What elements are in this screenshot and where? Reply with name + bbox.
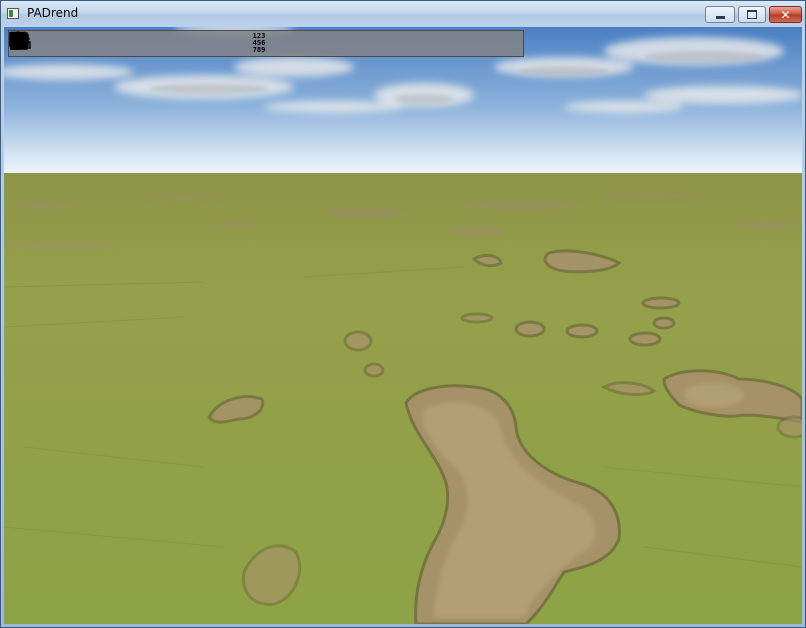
app-window: PADrend ✕ 123 456 789 m — [0, 0, 806, 628]
camera-button[interactable] — [10, 31, 295, 56]
toolbar-left-group — [9, 31, 241, 56]
3d-viewport[interactable]: 123 456 789 m — [4, 27, 802, 624]
title-bar[interactable]: PADrend ✕ — [1, 1, 805, 27]
window-title: PADrend — [27, 6, 79, 20]
app-icon — [7, 8, 19, 19]
terrain-scene — [4, 27, 802, 624]
toolbar-right-group: 123 456 789 m — [10, 31, 463, 56]
settings-button[interactable] — [9, 31, 154, 56]
sky-settings-button[interactable] — [9, 31, 212, 56]
scene-tree-button[interactable] — [10, 31, 67, 56]
notes-button[interactable] — [10, 31, 463, 56]
minimize-icon — [715, 15, 725, 19]
tools-button[interactable] — [11, 31, 183, 56]
plugin-button[interactable] — [11, 31, 96, 56]
scale-button[interactable] — [10, 31, 367, 56]
close-icon: ✕ — [780, 7, 791, 22]
numpad-icon: 123 456 789 — [252, 32, 266, 54]
notes-icon — [10, 32, 26, 50]
favorites-button[interactable] — [9, 31, 241, 56]
move-button[interactable] — [10, 31, 319, 56]
anchor-button[interactable] — [10, 31, 415, 56]
minimize-button[interactable] — [705, 6, 735, 23]
maximize-icon — [747, 10, 757, 19]
close-button[interactable]: ✕ — [769, 6, 802, 23]
rotate-button[interactable] — [11, 31, 343, 56]
main-toolbar: 123 456 789 m — [8, 30, 524, 57]
document-list-button[interactable] — [10, 31, 125, 56]
snap-plane-button[interactable] — [11, 31, 391, 56]
measure-button[interactable]: m — [12, 31, 439, 56]
maximize-button[interactable] — [738, 6, 766, 23]
numpad-button[interactable]: 123 456 789 — [247, 31, 271, 56]
